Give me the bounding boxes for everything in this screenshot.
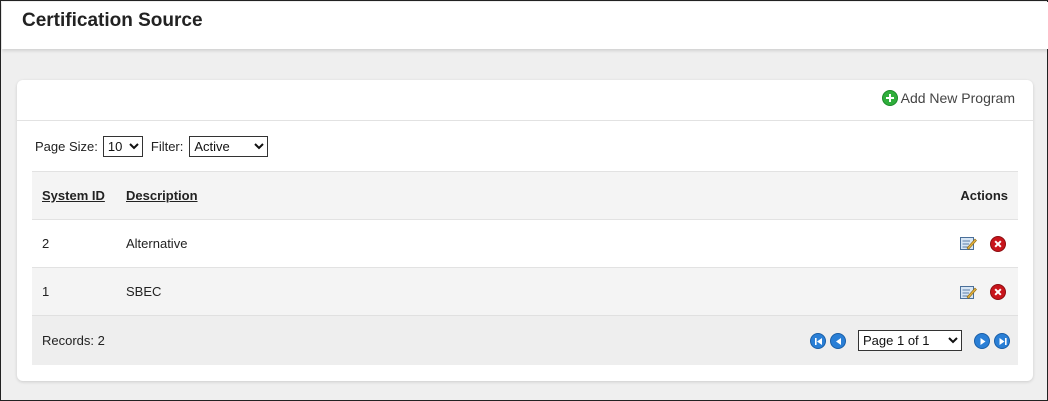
table-row: 2 Alternative [32, 219, 1018, 268]
page-select[interactable]: Page 1 of 1 [858, 330, 962, 351]
programs-table: System ID Description Actions 2 Alternat… [32, 171, 1018, 316]
plus-circle-icon [881, 90, 898, 106]
delete-icon[interactable] [990, 284, 1006, 301]
edit-icon[interactable] [960, 236, 978, 251]
pager: Page 1 of 1 [810, 330, 1010, 351]
next-page-icon[interactable] [974, 332, 990, 349]
cell-actions [876, 220, 1018, 268]
page-frame: Certification Source Add New Program Pag… [0, 0, 1048, 401]
cell-actions [876, 268, 1018, 316]
filter-select[interactable]: Active [189, 136, 269, 157]
cell-description: Alternative [126, 236, 188, 251]
column-header-actions: Actions [960, 188, 1008, 203]
column-header-system-id-label: System ID [42, 188, 105, 203]
top-header: Certification Source [2, 2, 1048, 49]
table-header-row: System ID Description Actions [32, 171, 1018, 220]
page-title: Certification Source [22, 10, 203, 31]
pager-bar: Records: 2 Page 1 of 1 [32, 315, 1018, 365]
first-page-icon[interactable] [810, 332, 826, 349]
column-header-description-label: Description [126, 188, 198, 203]
panel-toolbar: Add New Program [17, 80, 1033, 121]
filter-bar: Page Size: 10 Filter: Active [35, 136, 269, 157]
page-size-label: Page Size: [35, 139, 98, 154]
content-panel: Add New Program Page Size: 10 Filter: Ac… [17, 80, 1033, 381]
cell-system-id: 1 [42, 284, 50, 300]
cell-description: SBEC [126, 284, 162, 300]
edit-icon[interactable] [960, 285, 978, 300]
column-header-system-id[interactable]: System ID [32, 172, 116, 220]
page-size-select[interactable]: 10 [102, 136, 143, 157]
last-page-icon[interactable] [994, 332, 1010, 349]
records-count: Records: 2 [42, 333, 105, 348]
delete-icon[interactable] [990, 235, 1006, 252]
previous-page-icon[interactable] [830, 332, 846, 349]
column-header-description[interactable]: Description [116, 172, 876, 220]
add-new-program-link[interactable]: Add New Program [881, 90, 1015, 106]
add-new-program-label: Add New Program [900, 90, 1015, 106]
table-row: 1 SBEC [32, 267, 1018, 316]
filter-label: Filter: [150, 139, 184, 154]
cell-system-id: 2 [42, 236, 50, 251]
